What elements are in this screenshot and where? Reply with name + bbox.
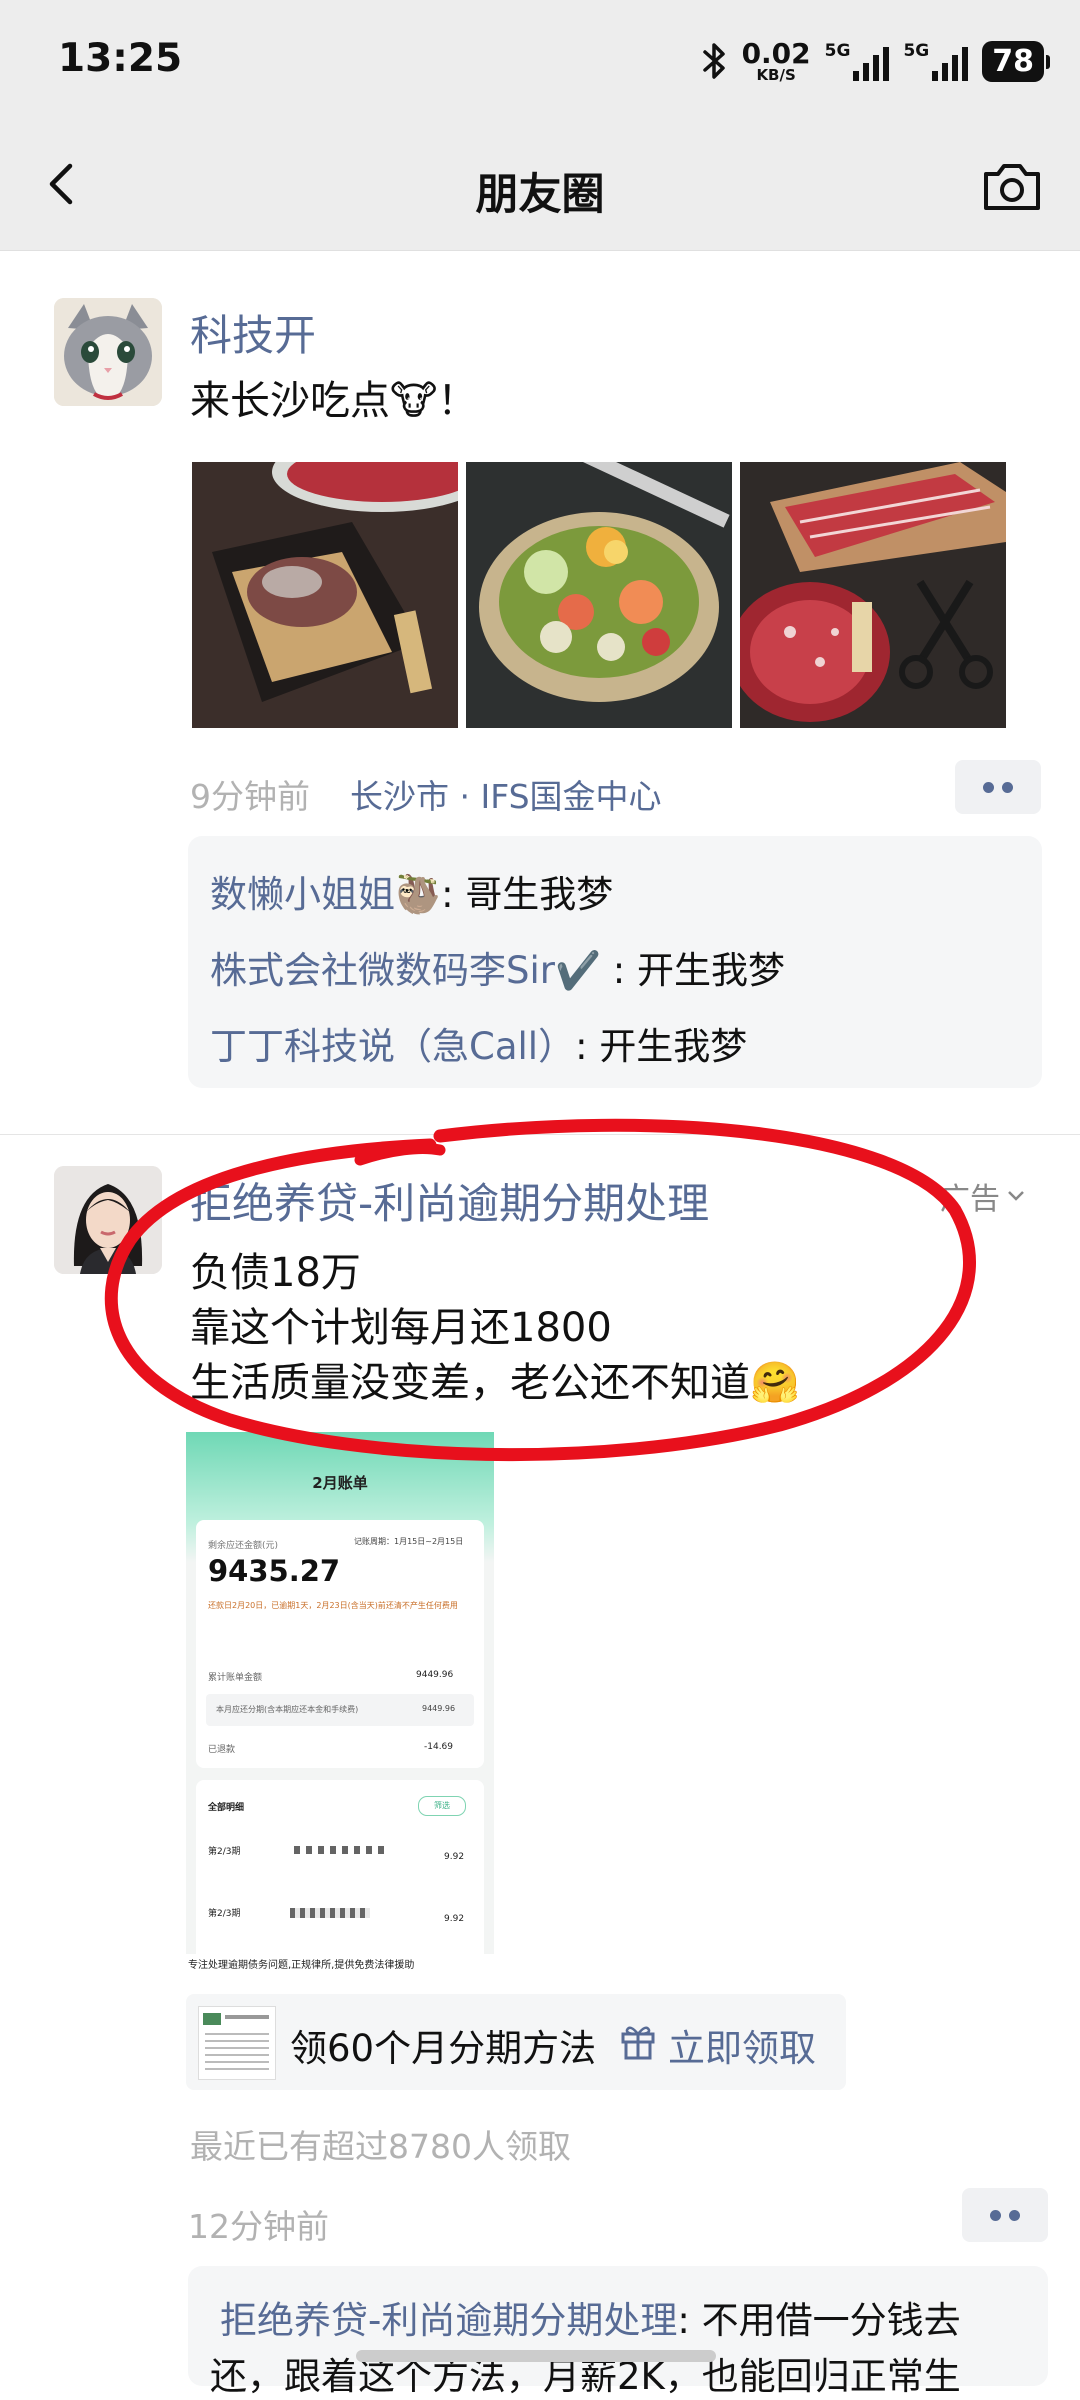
dot-icon (1002, 781, 1013, 793)
post-author[interactable]: 科技开 (190, 302, 316, 363)
bill-remaining-label: 剩余应还金额(元) (208, 1541, 279, 1551)
bill-item-value: 9.92 (444, 1914, 465, 1924)
more-actions-button[interactable] (955, 760, 1041, 814)
camera-icon[interactable] (980, 158, 1044, 214)
post-photo[interactable] (730, 462, 1006, 728)
post-location[interactable]: 长沙市 · IFS国金中心 (350, 770, 662, 818)
comment-text: 不用借一分钱去 (701, 2299, 961, 2342)
page-title: 朋友圈 (475, 170, 605, 220)
avatar[interactable] (54, 298, 162, 406)
bill-row-value: -14.69 (424, 1742, 454, 1752)
more-actions-button[interactable] (962, 2188, 1048, 2242)
blurred-block (294, 1846, 384, 1854)
comment-text: 哥生我梦 (465, 873, 614, 916)
signal-icon: 5G (903, 41, 969, 81)
ad-text-line: 负债18万 (190, 1250, 361, 1296)
comment[interactable]: 数懒小姐姐🦥: 哥生我梦 (210, 864, 613, 918)
cta-text: 领60个月分期方法 (290, 2027, 597, 2070)
ad-label-text: 广告 (940, 1182, 1000, 1217)
avatar[interactable] (54, 1166, 162, 1274)
comment[interactable]: 拒绝养贷-利尚逾期分期处理: 不用借一分钱去 (220, 2290, 961, 2344)
ad-author[interactable]: 拒绝养贷-利尚逾期分期处理 (190, 1170, 709, 1231)
status-time: 13:25 (58, 36, 183, 81)
cta-bar[interactable]: 领60个月分期方法 立即领取 (186, 1994, 846, 2090)
battery-icon: 78 (982, 40, 1050, 82)
bill-item-value: 9.92 (444, 1852, 465, 1862)
comment[interactable]: 丁丁科技说（急Call）: 开生我梦 (210, 1016, 747, 1070)
bluetooth-icon (702, 43, 725, 79)
ad-label[interactable]: 广告 (940, 1174, 1026, 1218)
net-speed-unit: KB/S (756, 65, 796, 84)
bill-row-value: 9449.96 (422, 1704, 456, 1713)
cta-thumbnail (198, 2006, 276, 2080)
ad-stat: 最近已有超过8780人领取 (190, 2127, 571, 2166)
chevron-down-icon (1008, 1191, 1024, 1201)
status-icons: 0.02 KB/S 5G 5G 78 (702, 36, 1050, 84)
post-photo[interactable] (192, 432, 492, 728)
comment-author[interactable]: 丁丁科技说（急Call） (210, 1025, 575, 1068)
comment-text: 开生我梦 (637, 949, 786, 992)
signal-label: 5G (824, 41, 851, 61)
comment-author[interactable]: 数懒小姐姐🦥 (210, 873, 441, 916)
gift-icon (621, 2026, 655, 2060)
net-speed-value: 0.02 (741, 36, 811, 70)
comment-author[interactable]: 株式会社微数码李Sir✔️ (210, 949, 601, 992)
dot-icon (983, 781, 994, 793)
comment-separator: : (575, 1025, 600, 1068)
bill-item-label: 第2/3期 (208, 1909, 241, 1919)
post-photo[interactable] (466, 430, 732, 728)
bill-row-value: 9449.96 (416, 1670, 454, 1680)
bill-item-label: 第2/3期 (208, 1847, 241, 1857)
comment-text: 开生我梦 (599, 1025, 748, 1068)
bill-amount: 9435.27 (208, 1554, 341, 1588)
bill-cycle: 记账周期：1月15日~2月15日 (354, 1537, 464, 1546)
bill-row-label: 累计账单金额 (208, 1673, 263, 1683)
nav-bar: 朋友圈 (0, 122, 1080, 251)
ad-image[interactable]: 2月账单 剩余应还金额(元) 记账周期：1月15日~2月15日 9435.27 … (186, 1432, 494, 1972)
bill-row-label: 已退款 (208, 1745, 236, 1755)
ad-text-line: 靠这个计划每月还1800 (190, 1305, 612, 1351)
cat-avatar-image (54, 298, 162, 406)
bill-notice: 还款日2月20日，已逾期1天，2月23日(含当天)前还清不产生任何费用 (208, 1601, 458, 1610)
net-speed: 0.02 KB/S (741, 36, 811, 84)
post-text: 来长沙吃点🐮！ (190, 378, 478, 424)
home-indicator[interactable] (356, 2350, 716, 2362)
blurred-block (290, 1908, 370, 1918)
ad-image-caption: 专注处理逾期债务问题,正规律所,提供免费法律援助 (186, 1954, 494, 1972)
status-bar: 13:25 0.02 KB/S 5G 5G 78 (0, 0, 1080, 122)
bill-detail-label: 全部明细 (208, 1803, 245, 1813)
comment[interactable]: 株式会社微数码李Sir✔️ : 开生我梦 (210, 940, 785, 994)
bill-filter-chip: 筛选 (418, 1796, 466, 1816)
bill-row-label: 本月应还分期(含本期应还本金和手续费) (216, 1705, 359, 1714)
signal-icon: 5G (825, 41, 890, 81)
comment-author[interactable]: 拒绝养贷-利尚逾期分期处理 (220, 2299, 677, 2342)
comment-separator: : (601, 949, 638, 992)
post-time: 12分钟前 (188, 2207, 329, 2246)
comments-panel: 数懒小姐姐🦥: 哥生我梦 株式会社微数码李Sir✔️ : 开生我梦 丁丁科技说（… (188, 836, 1042, 1088)
ad-text-line: 生活质量没变差，老公还不知道🤗 (190, 1360, 800, 1406)
dot-icon (990, 2209, 1001, 2221)
signal-label: 5G (903, 41, 930, 61)
comment-separator: : (677, 2299, 702, 2342)
comment-separator: : (441, 873, 466, 916)
dot-icon (1009, 2209, 1020, 2221)
woman-avatar-image (54, 1166, 162, 1274)
comments-panel: 拒绝养贷-利尚逾期分期处理: 不用借一分钱去 还，跟着这个方法，月薪2K，也能回… (188, 2266, 1048, 2398)
cta-action[interactable]: 立即领取 (668, 2018, 816, 2072)
post-divider (0, 1134, 1080, 1135)
post-time: 9分钟前 (190, 777, 310, 816)
bill-title: 2月账单 (312, 1474, 368, 1492)
